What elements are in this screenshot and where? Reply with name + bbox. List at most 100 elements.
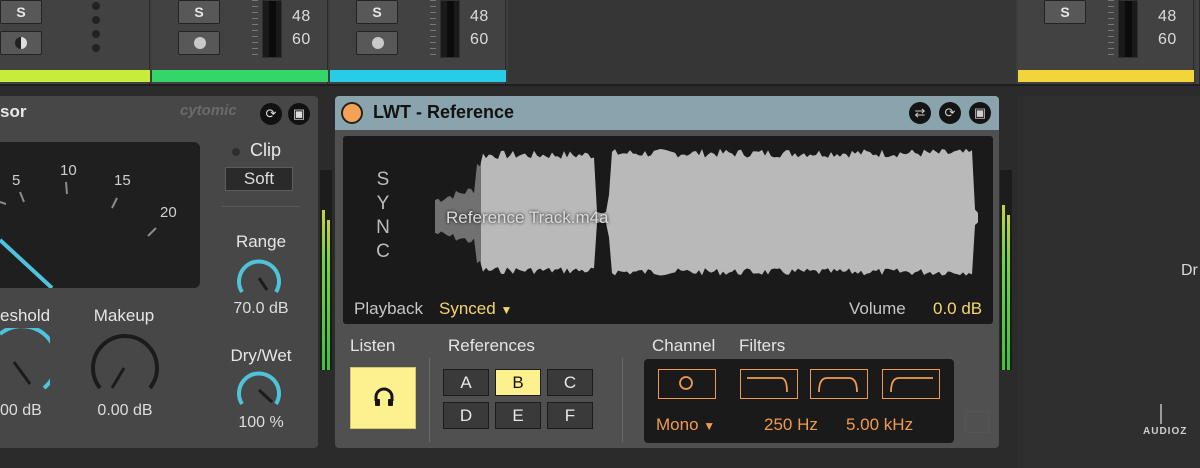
device-output-meter [320, 170, 332, 370]
device-output-meter [1000, 170, 1012, 370]
playback-dropdown[interactable]: Synced ▼ [439, 299, 512, 319]
highpass-icon [747, 377, 788, 393]
mixer-channel: S 48 60 [1018, 0, 1194, 84]
clip-mode-button[interactable]: Soft [225, 167, 293, 191]
arm-toggle[interactable] [178, 31, 220, 55]
meter-ticks [252, 0, 258, 58]
meter-mark: 48 [292, 8, 311, 25]
watermark-text: AUDIOZ [1143, 426, 1188, 437]
meter-mark: 60 [1158, 31, 1177, 48]
reference-button-d[interactable]: D [443, 402, 489, 429]
track-color-strip [152, 70, 328, 82]
save-icon[interactable]: ▣ [969, 102, 991, 124]
chevron-down-icon: ▼ [500, 303, 513, 317]
makeup-value: 0.00 dB [97, 402, 153, 419]
mixer-empty-area [508, 0, 1016, 84]
level-meter [262, 0, 282, 58]
refresh-icon[interactable]: ⟳ [939, 102, 961, 124]
drywet-knob[interactable] [234, 366, 284, 414]
scale-label: 20 [160, 204, 177, 221]
solo-button[interactable]: S [178, 0, 220, 24]
device-title: LWT - Reference [373, 102, 515, 122]
meter-ticks [1108, 0, 1114, 58]
mono-icon [679, 376, 693, 390]
volume-value[interactable]: 0.0 dB [933, 299, 982, 319]
expand-icon[interactable]: ▭ [965, 411, 989, 433]
compressor-device: sor cytomic ⟳ ▣ 5 10 15 20 Clip Soft Ran… [0, 96, 318, 448]
threshold-label: eshold [0, 306, 51, 325]
threshold-knob[interactable] [0, 328, 50, 398]
lowpass-filter-button[interactable] [882, 369, 940, 399]
waveform-display: S Y N C Reference Track.m4a Playback Syn… [343, 136, 993, 324]
swap-icon[interactable]: ⇄ [909, 102, 931, 124]
reference-button-b[interactable]: B [495, 369, 541, 396]
level-meter [440, 0, 460, 58]
volume-label: Volume [849, 299, 906, 318]
filters-label: Filters [739, 336, 786, 355]
highpass-frequency[interactable]: 250 Hz [764, 415, 818, 435]
listen-button[interactable] [350, 367, 416, 429]
playback-value: Synced [439, 299, 496, 318]
bandpass-filter-button[interactable] [810, 369, 868, 399]
save-icon[interactable]: ▣ [288, 103, 310, 125]
reference-button-c[interactable]: C [547, 369, 593, 396]
solo-button[interactable]: S [356, 0, 398, 24]
highpass-filter-button[interactable] [740, 369, 798, 399]
brand-logo: cytomic [180, 102, 237, 119]
arm-toggle[interactable] [356, 31, 398, 55]
divider [622, 358, 623, 442]
track-name: Reference Track.m4a [446, 208, 609, 227]
mixer-channel [1196, 0, 1200, 84]
mixer-channel: S [0, 0, 150, 84]
solo-button[interactable]: S [0, 0, 42, 24]
channel-filter-panel: Mono ▼ 250 Hz 5.00 kHz [644, 359, 954, 443]
device-title: sor [0, 102, 27, 121]
gain-reduction-display: 5 10 15 20 [0, 142, 200, 288]
meter-mark: 48 [470, 8, 489, 25]
scale-label: 5 [12, 172, 21, 189]
live-set-window: S S 48 60 S 48 60 S 48 60 sor cytomic ⟳ … [0, 0, 1200, 468]
drywet-label: Dry/Wet [230, 346, 292, 365]
reference-button-a[interactable]: A [443, 369, 489, 396]
scale-label: 15 [114, 172, 131, 189]
device-power-button[interactable] [341, 102, 363, 124]
playback-label: Playback [354, 299, 423, 318]
range-label: Range [235, 232, 287, 251]
mixer-channel: S 48 60 [330, 0, 506, 84]
makeup-knob[interactable] [88, 330, 160, 396]
track-color-strip [0, 70, 150, 82]
bandpass-icon [818, 377, 858, 393]
channel-dropdown[interactable]: Mono ▼ [656, 415, 715, 435]
channel-value: Mono [656, 415, 699, 434]
lowpass-frequency[interactable]: 5.00 kHz [846, 415, 913, 435]
references-label: References [448, 336, 535, 355]
sync-letter: S [376, 169, 390, 190]
sync-letter: Y [376, 193, 390, 214]
meter-mark: 48 [1158, 8, 1177, 25]
device-header: LWT - Reference ⇄ ⟳ ▣ [335, 96, 999, 130]
watermark-logo [1160, 404, 1162, 424]
drywet-value: 100 % [238, 414, 284, 431]
listen-label: Listen [350, 336, 396, 355]
clip-label: Clip [250, 140, 282, 160]
reference-button-e[interactable]: E [495, 402, 541, 429]
reference-button-f[interactable]: F [547, 402, 593, 429]
range-knob[interactable] [234, 254, 284, 302]
divider [222, 206, 300, 207]
refresh-icon[interactable]: ⟳ [260, 103, 282, 125]
channel-mode-button[interactable] [658, 369, 716, 399]
sync-letter: C [376, 241, 390, 262]
chevron-down-icon: ▼ [703, 419, 716, 433]
range-value: 70.0 dB [233, 300, 289, 317]
lowpass-icon [890, 377, 933, 393]
lwt-reference-device: LWT - Reference ⇄ ⟳ ▣ S Y N C Reference … [335, 96, 999, 448]
monitor-toggle[interactable] [0, 31, 42, 55]
sync-letter: N [376, 217, 390, 238]
mixer-section: S S 48 60 S 48 60 S 48 60 [0, 0, 1200, 84]
sync-button[interactable]: S Y N C [373, 168, 393, 264]
track-color-strip [330, 70, 506, 82]
track-color-strip [1018, 70, 1194, 82]
solo-button[interactable]: S [1044, 0, 1086, 24]
moon-icon [15, 37, 27, 49]
clip-led [232, 148, 240, 156]
